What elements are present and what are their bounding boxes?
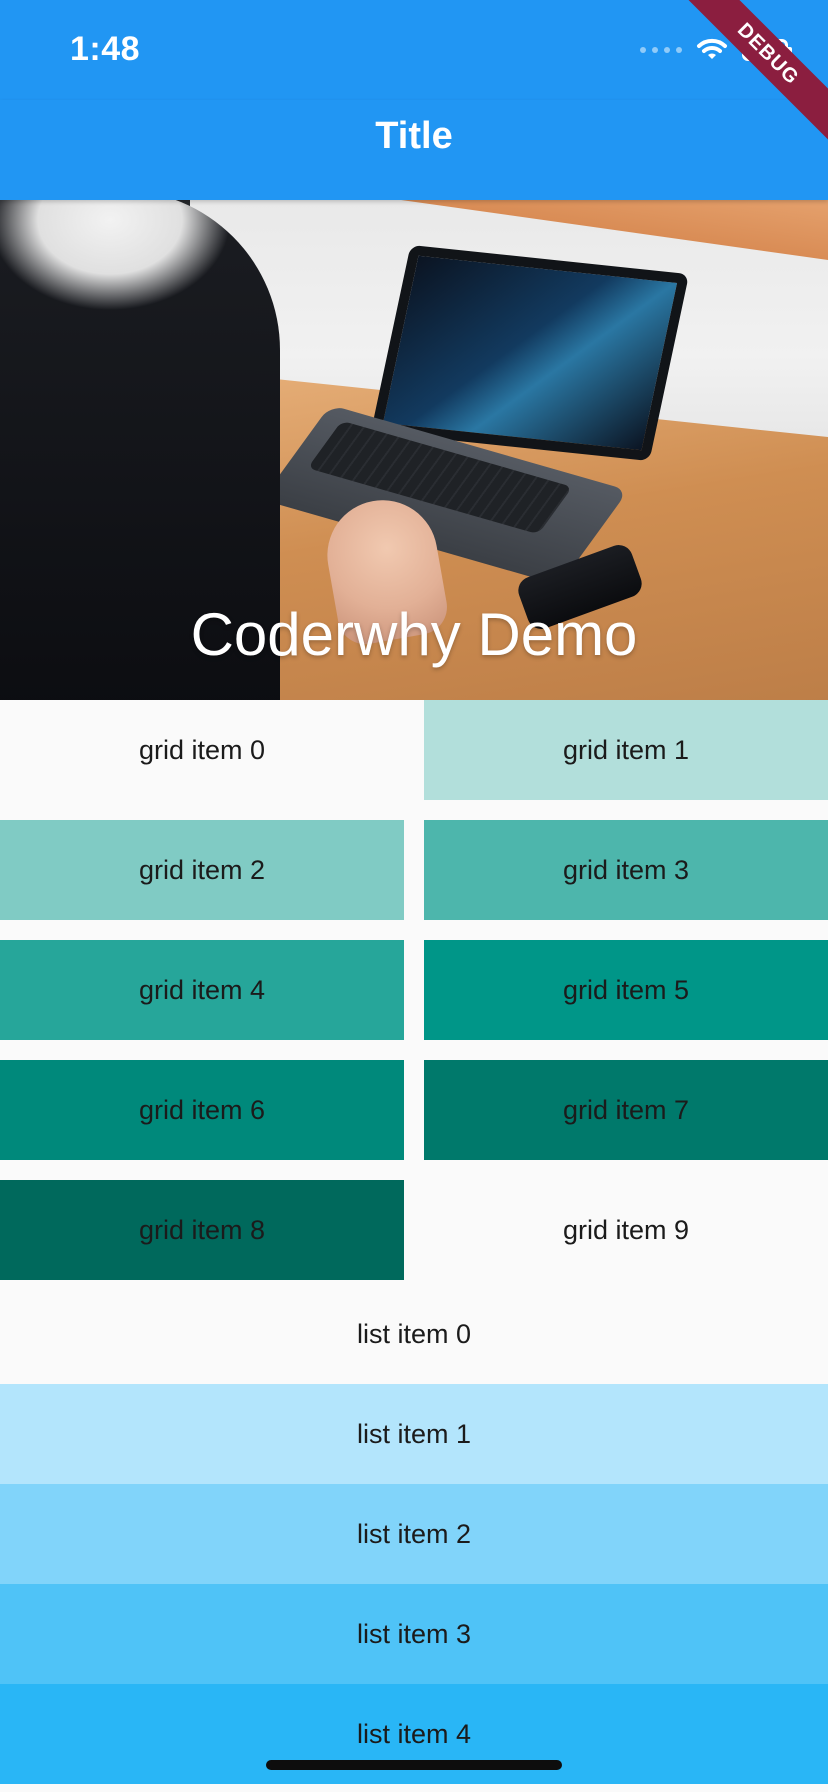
grid-item[interactable]: grid item 7 bbox=[424, 1060, 828, 1160]
list-item[interactable]: list item 1 bbox=[0, 1384, 828, 1484]
grid-item[interactable]: grid item 5 bbox=[424, 940, 828, 1040]
grid-item[interactable]: grid item 9 bbox=[424, 1180, 828, 1280]
list-item[interactable]: list item 2 bbox=[0, 1484, 828, 1584]
grid-item[interactable]: grid item 4 bbox=[0, 940, 404, 1040]
grid-item[interactable]: grid item 2 bbox=[0, 820, 404, 920]
list-item[interactable]: list item 3 bbox=[0, 1584, 828, 1684]
hero-title: Coderwhy Demo bbox=[190, 601, 638, 668]
hero-image: Coderwhy Demo bbox=[0, 200, 828, 700]
grid-item[interactable]: grid item 6 bbox=[0, 1060, 404, 1160]
signal-dots-icon bbox=[640, 47, 682, 53]
laptop-screen bbox=[370, 244, 690, 462]
list-item[interactable]: list item 0 bbox=[0, 1284, 828, 1384]
list: list item 0 list item 1 list item 2 list… bbox=[0, 1284, 828, 1784]
status-time: 1:48 bbox=[70, 30, 141, 68]
wifi-icon bbox=[696, 37, 728, 63]
app-bar-title: Title bbox=[375, 114, 453, 157]
home-indicator[interactable] bbox=[266, 1760, 562, 1770]
grid-item[interactable]: grid item 3 bbox=[424, 820, 828, 920]
app-bar: Title bbox=[0, 100, 828, 200]
grid-item[interactable]: grid item 8 bbox=[0, 1180, 404, 1280]
grid-item[interactable]: grid item 1 bbox=[424, 700, 828, 800]
grid-item[interactable]: grid item 0 bbox=[0, 700, 404, 800]
